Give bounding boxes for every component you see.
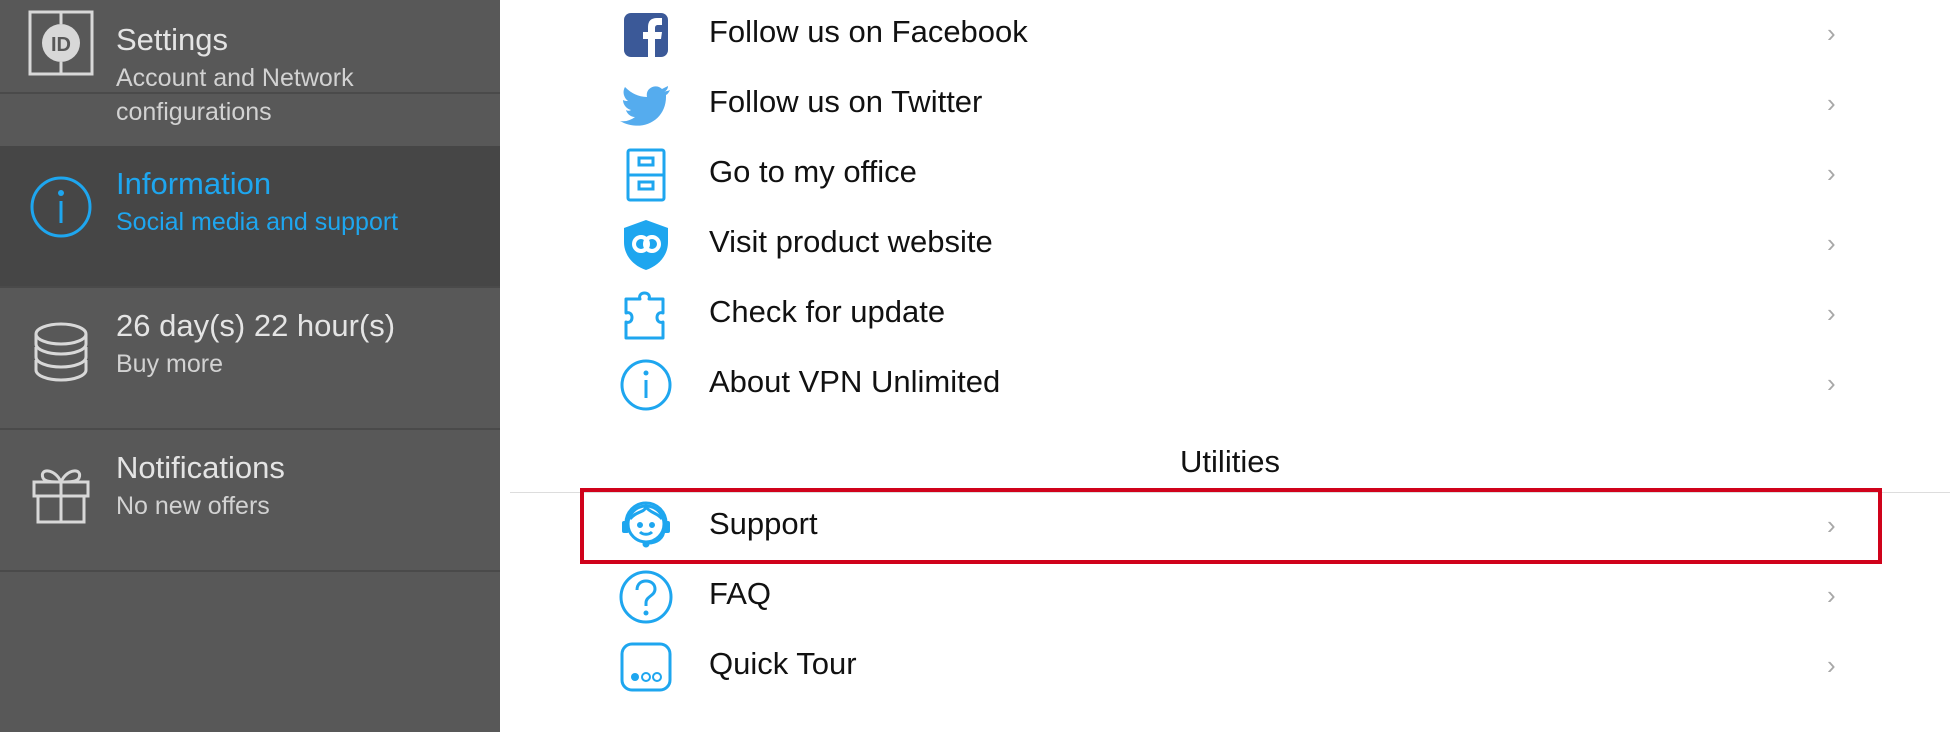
chevron-right-icon: ›: [1827, 158, 1836, 188]
sidebar-item-information[interactable]: Information Social media and support: [0, 146, 500, 288]
sidebar-item-title: Settings: [116, 22, 229, 57]
row-label: About VPN Unlimited: [709, 364, 1001, 399]
sidebar-item-subtitle: Account and Network configurations: [116, 64, 354, 126]
twitter-icon: [618, 77, 674, 133]
chevron-right-icon: ›: [1827, 88, 1836, 118]
chevron-right-icon: ›: [1827, 368, 1836, 398]
check-update-row[interactable]: Check for update ›: [610, 280, 1860, 350]
coins-icon: [28, 318, 94, 384]
row-label: Check for update: [709, 294, 946, 329]
tour-icon: [618, 639, 674, 695]
row-label: Follow us on Facebook: [709, 14, 1028, 49]
chevron-right-icon: ›: [1827, 580, 1836, 610]
gift-icon: [28, 460, 94, 526]
shield-icon: [618, 217, 674, 273]
row-label: Visit product website: [709, 224, 993, 259]
sidebar-item-settings[interactable]: ID Settings Account and Network configur…: [0, 0, 500, 126]
sidebar-item-title: 26 day(s) 22 hour(s): [116, 308, 396, 343]
row-label: Quick Tour: [709, 646, 857, 681]
faq-row[interactable]: FAQ ›: [610, 562, 1860, 632]
support-agent-icon: [618, 499, 674, 555]
facebook-icon: [618, 7, 674, 63]
sidebar-item-subtitle: Social media and support: [116, 208, 399, 236]
chevron-right-icon: ›: [1827, 650, 1836, 680]
chevron-right-icon: ›: [1827, 298, 1836, 328]
id-icon: ID: [28, 10, 94, 76]
sidebar-item-title: Notifications: [116, 450, 285, 485]
cabinet-icon: [618, 147, 674, 203]
chevron-right-icon: ›: [1827, 228, 1836, 258]
info-icon: [618, 357, 674, 413]
row-label: Go to my office: [709, 154, 917, 189]
chevron-right-icon: ›: [1827, 18, 1836, 48]
sidebar: ID Settings Account and Network configur…: [0, 0, 500, 732]
row-label: Support: [709, 506, 818, 541]
row-label: FAQ: [709, 576, 772, 611]
sidebar-item-title: Information: [116, 166, 272, 201]
chevron-right-icon: ›: [1827, 510, 1836, 540]
support-row[interactable]: Support ›: [610, 492, 1860, 562]
puzzle-icon: [618, 287, 674, 343]
about-vpn-row[interactable]: About VPN Unlimited ›: [610, 350, 1860, 420]
information-panel: Follow us on Facebook › Follow us on Twi…: [500, 0, 1960, 732]
sidebar-item-notifications[interactable]: Notifications No new offers: [0, 430, 500, 572]
question-icon: [618, 569, 674, 625]
visit-website-row[interactable]: Visit product website ›: [610, 210, 1860, 280]
go-to-office-row[interactable]: Go to my office ›: [610, 140, 1860, 210]
sidebar-item-subtitle: No new offers: [116, 492, 270, 520]
info-icon: [28, 174, 94, 240]
quick-tour-row[interactable]: Quick Tour ›: [610, 632, 1860, 702]
follow-facebook-row[interactable]: Follow us on Facebook ›: [610, 0, 1860, 70]
row-label: Follow us on Twitter: [709, 84, 983, 119]
section-title-utilities: Utilities: [1180, 444, 1280, 479]
sidebar-item-time-remaining[interactable]: 26 day(s) 22 hour(s) Buy more: [0, 288, 500, 430]
svg-text:ID: ID: [51, 34, 71, 56]
follow-twitter-row[interactable]: Follow us on Twitter ›: [610, 70, 1860, 140]
sidebar-item-subtitle: Buy more: [116, 350, 223, 378]
